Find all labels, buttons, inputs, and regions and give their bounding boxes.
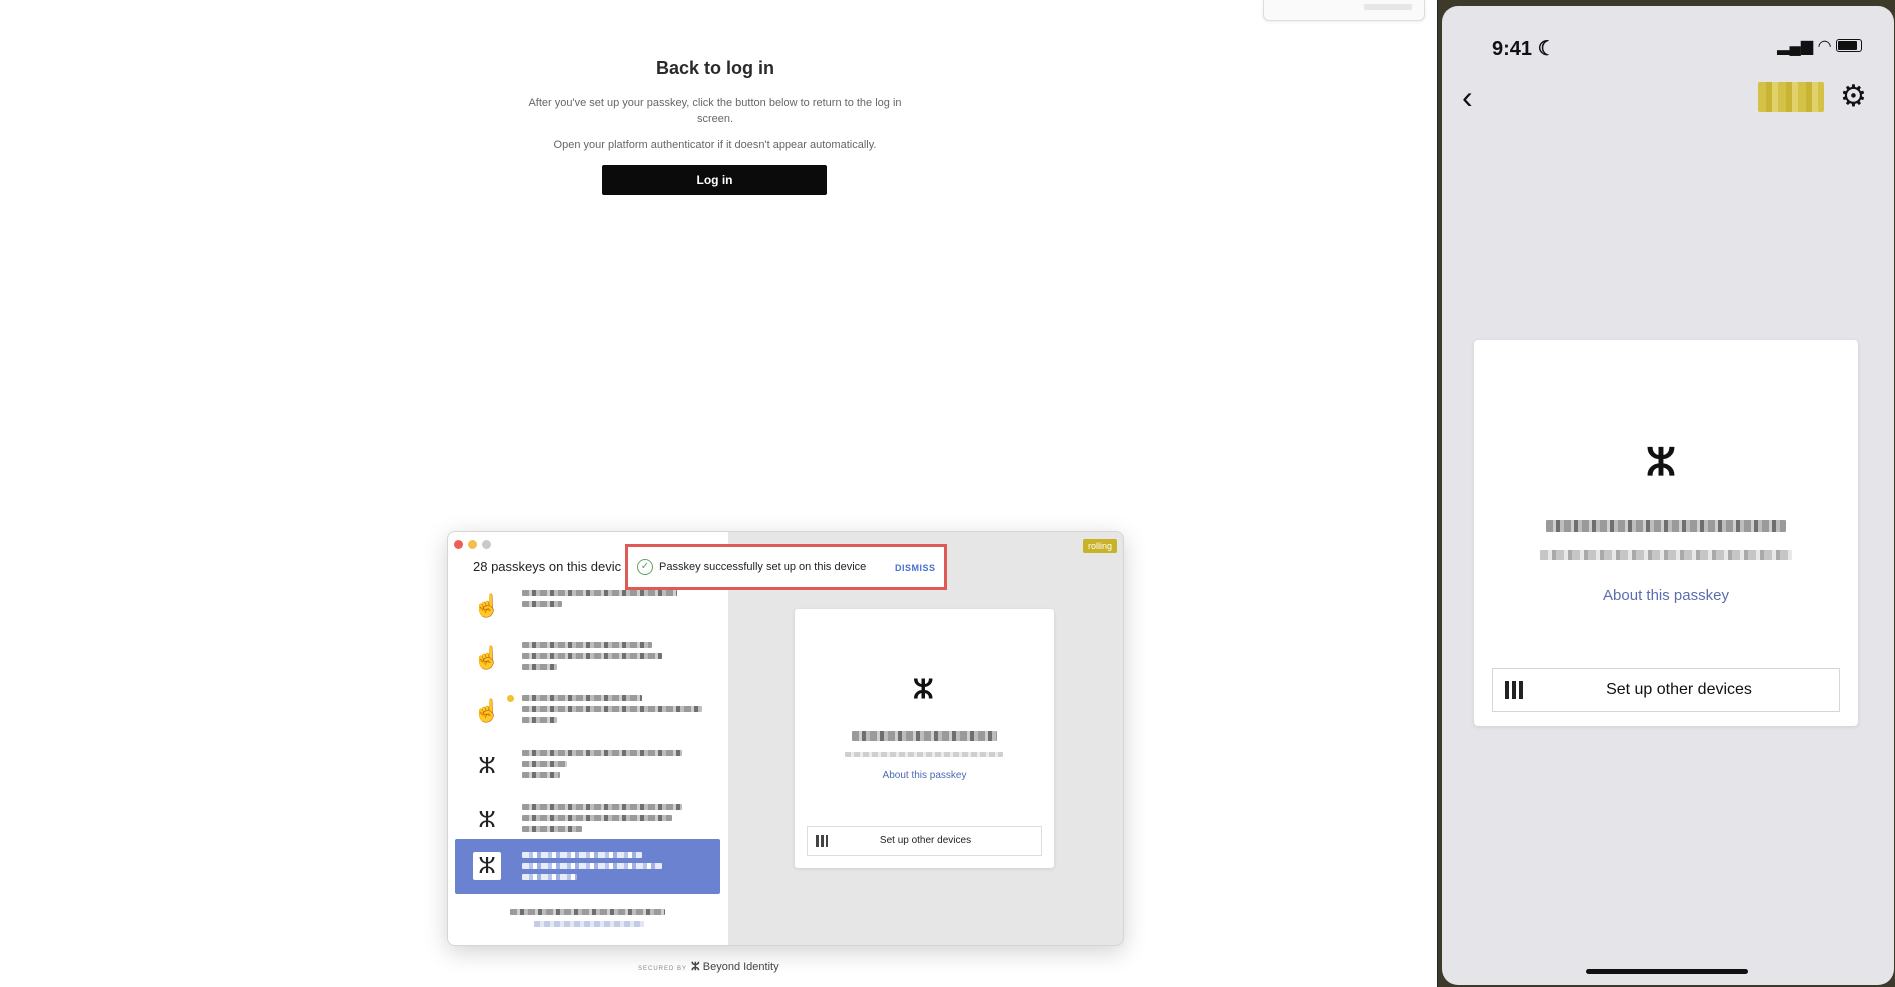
page-description: After you've set up your passkey, click …	[528, 97, 902, 125]
beyond-identity-logo-icon: ⵣ	[478, 753, 496, 778]
status-icons: ▂▄▆ ◠	[1777, 36, 1862, 56]
top-window-fragment	[1263, 0, 1425, 21]
about-this-passkey-link[interactable]: About this passkey	[1474, 587, 1858, 604]
touch-hand-icon: ☝	[473, 698, 501, 723]
phone-passkey-card: ⵣ About this passkey Set up other device…	[1474, 340, 1858, 726]
signal-icon: ▂▄▆	[1777, 38, 1814, 55]
window-minimize-button[interactable]	[468, 540, 477, 549]
notification-dot	[507, 695, 514, 702]
set-up-other-devices-button[interactable]: Set up other devices	[807, 826, 1042, 856]
secured-by-label: SECURED BY	[638, 966, 688, 972]
moon-icon: ☾	[1537, 38, 1556, 60]
home-indicator[interactable]	[1586, 969, 1748, 974]
window-zoom-button[interactable]	[482, 540, 491, 549]
passkey-meta-blur	[845, 752, 1003, 757]
log-in-button[interactable]: Log in	[602, 165, 827, 195]
page-title: Back to log in	[655, 58, 774, 78]
brand-name: Beyond Identity	[702, 961, 779, 973]
footer-blur	[510, 909, 665, 915]
passkey-meta-blur	[1540, 550, 1792, 560]
touch-hand-icon: ☝	[473, 593, 501, 618]
set-up-other-devices-label: Set up other devices	[1606, 681, 1752, 698]
phone-screen: 9:41 ☾ ▂▄▆ ◠ ‹ ⚙ ⵣ About this passkey Se…	[1442, 6, 1894, 985]
rolling-badge: rolling	[1082, 539, 1117, 553]
footer-link-blur	[534, 921, 644, 927]
back-chevron-icon[interactable]: ‹	[1462, 79, 1473, 116]
passkey-name-blur	[852, 731, 997, 741]
beyond-identity-logo-icon: ⵣ	[913, 674, 934, 704]
page-hint: Open your platform authenticator if it d…	[553, 139, 877, 151]
beyond-identity-logo-icon: ⵣ	[473, 852, 501, 880]
battery-icon	[1836, 39, 1862, 52]
window-close-button[interactable]	[454, 540, 463, 549]
about-this-passkey-link[interactable]: About this passkey	[795, 770, 1054, 781]
passkey-name-blur	[1546, 520, 1786, 532]
passkey-list-panel: 28 passkeys on this devic ☝ ☝ ☝ ⵣ ⵣ ⵣ	[448, 532, 728, 945]
list-item[interactable]: ⵣ	[455, 740, 720, 792]
passkey-count: 28 passkeys on this devic	[473, 559, 622, 574]
gear-icon[interactable]: ⚙	[1840, 79, 1867, 114]
touch-hand-icon: ☝	[473, 645, 501, 670]
list-item-selected[interactable]: ⵣ	[455, 839, 720, 894]
list-item[interactable]: ☝	[455, 685, 720, 737]
check-circle-icon: ✓	[637, 559, 653, 575]
beyond-identity-logo-icon: ⵣ	[1646, 442, 1676, 484]
wifi-icon: ◠	[1817, 38, 1832, 55]
success-toast: ✓ Passkey successfully set up on this de…	[625, 544, 947, 590]
toast-message: Passkey successfully set up on this devi…	[659, 561, 867, 573]
environment-badge	[1758, 82, 1824, 112]
secured-by-footer: SECURED BY ⵣ Beyond Identity	[638, 960, 779, 973]
set-up-other-devices-button[interactable]: Set up other devices	[1492, 668, 1840, 712]
passkey-app-window: 28 passkeys on this devic ☝ ☝ ☝ ⵣ ⵣ ⵣ ro…	[447, 531, 1124, 946]
status-time: 9:41 ☾	[1492, 38, 1556, 60]
beyond-identity-logo-icon: ⵣ	[478, 807, 496, 832]
dismiss-button[interactable]: DISMISS	[895, 563, 936, 573]
list-item[interactable]: ☝	[455, 632, 720, 684]
set-up-other-devices-label: Set up other devices	[879, 835, 972, 846]
passkey-detail-card: ⵣ About this passkey Set up other device…	[795, 609, 1054, 868]
brand-logo-icon: ⵣ	[691, 961, 700, 973]
